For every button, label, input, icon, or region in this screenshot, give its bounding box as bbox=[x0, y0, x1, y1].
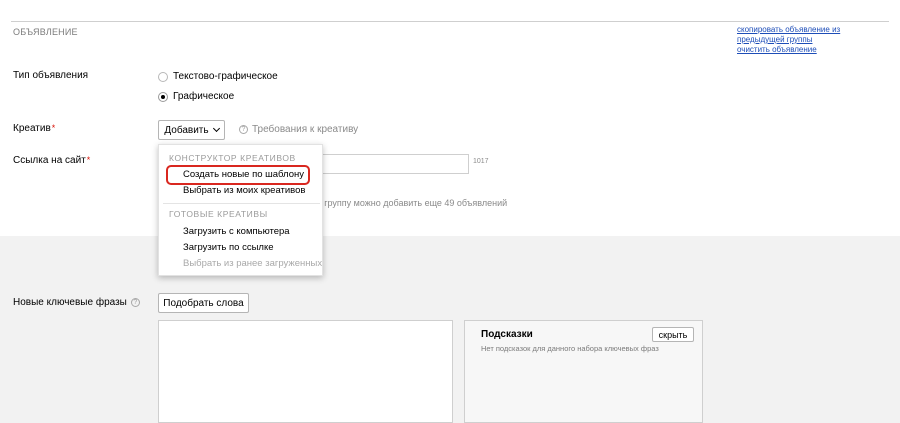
copy-ad-link-line2[interactable]: предыдущей группы bbox=[737, 35, 840, 45]
upload-by-link-item[interactable]: Загрузить по ссылке bbox=[183, 242, 274, 253]
creative-requirements[interactable]: ? Требования к креативу bbox=[239, 124, 358, 135]
site-link-label-text: Ссылка на сайт bbox=[13, 155, 86, 166]
copy-ad-link-line1[interactable]: скопировать объявление из bbox=[737, 25, 840, 35]
help-icon[interactable]: ? bbox=[130, 298, 140, 307]
ad-type-option-label: Текстово-графическое bbox=[173, 71, 278, 82]
keywords-label-text: Новые ключевые фразы bbox=[13, 297, 127, 308]
creative-label: Креатив* bbox=[13, 123, 55, 134]
radio-button[interactable] bbox=[158, 71, 168, 82]
radio-button-checked[interactable] bbox=[158, 91, 168, 102]
dropdown-section-header: КОНСТРУКТОР КРЕАТИВОВ bbox=[169, 153, 296, 163]
keywords-textarea[interactable] bbox=[158, 320, 453, 423]
creative-requirements-link[interactable]: Требования к креативу bbox=[252, 124, 358, 135]
hints-title: Подсказки bbox=[481, 329, 533, 340]
hints-empty-text: Нет подсказок для данного набора ключевы… bbox=[481, 344, 659, 353]
creative-label-text: Креатив bbox=[13, 123, 51, 134]
add-creative-button-label: Добавить bbox=[164, 124, 209, 136]
ad-type-option-text-graphic[interactable]: Текстово-графическое bbox=[158, 71, 278, 82]
upload-from-computer-item[interactable]: Загрузить с компьютера bbox=[183, 226, 290, 237]
site-link-label: Ссылка на сайт* bbox=[13, 155, 90, 166]
add-creative-dropdown: КОНСТРУКТОР КРЕАТИВОВ Создать новые по ш… bbox=[158, 144, 323, 276]
add-creative-button[interactable]: Добавить bbox=[158, 120, 225, 140]
ad-actions-links: скопировать объявление из предыдущей гру… bbox=[737, 25, 840, 55]
ad-type-label: Тип объявления bbox=[13, 70, 89, 81]
group-ads-note: ту группу можно добавить еще 49 объявлен… bbox=[313, 198, 508, 208]
choose-from-my-creatives-item[interactable]: Выбрать из моих креативов bbox=[183, 185, 305, 196]
highlight-frame bbox=[166, 165, 310, 185]
choose-previously-uploaded-item: Выбрать из ранее загруженных bbox=[183, 258, 323, 269]
hide-hints-button[interactable]: скрыть bbox=[652, 327, 694, 342]
section-title: ОБЪЯВЛЕНИЕ bbox=[13, 27, 78, 37]
help-icon: ? bbox=[239, 125, 248, 134]
keywords-label: Новые ключевые фразы ? bbox=[13, 297, 140, 308]
ad-type-option-label: Графическое bbox=[173, 91, 235, 102]
required-mark: * bbox=[51, 123, 56, 133]
chevron-down-icon bbox=[212, 124, 220, 133]
clear-ad-link[interactable]: очистить объявление bbox=[737, 45, 840, 55]
dropdown-divider bbox=[163, 203, 320, 204]
ad-type-option-graphic[interactable]: Графическое bbox=[158, 91, 234, 102]
site-link-counter: 1017 bbox=[473, 158, 489, 165]
required-mark: * bbox=[86, 155, 91, 165]
top-divider bbox=[11, 21, 889, 22]
pick-words-button[interactable]: Подобрать слова bbox=[158, 293, 249, 313]
hints-panel: Подсказки скрыть Нет подсказок для данно… bbox=[464, 320, 703, 423]
dropdown-section-header: ГОТОВЫЕ КРЕАТИВЫ bbox=[169, 209, 268, 219]
